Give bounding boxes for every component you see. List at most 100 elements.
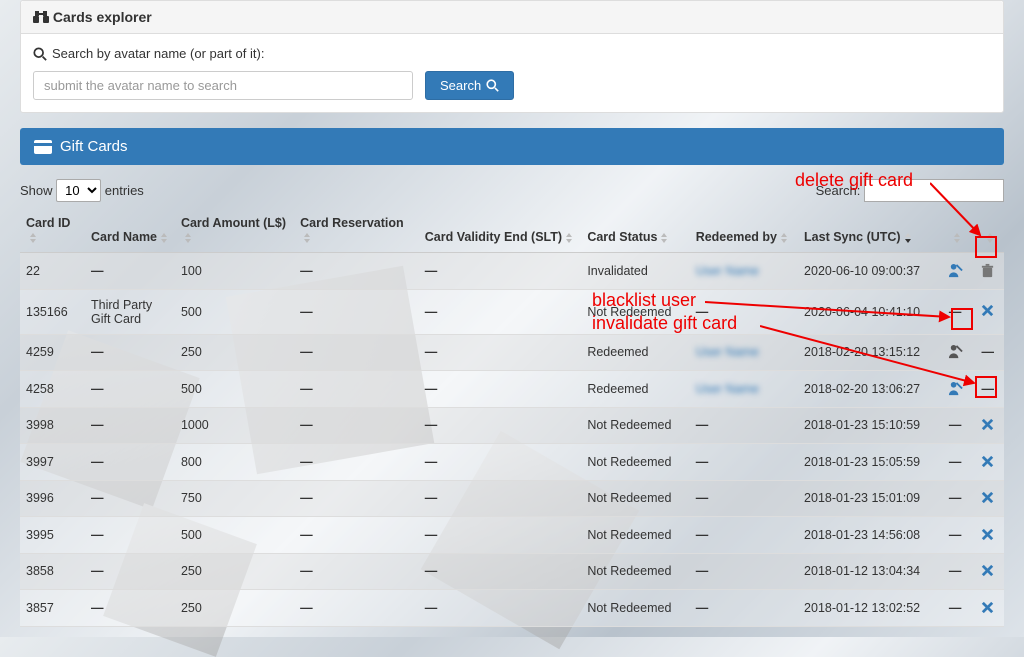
no-action: — <box>949 455 962 469</box>
cell-amount: 500 <box>175 517 294 554</box>
col-card-amount[interactable]: Card Amount (L$) <box>175 208 294 253</box>
cell-validity: — <box>419 444 582 481</box>
cell-redeemed: — <box>690 590 798 627</box>
cell-redeemed: — <box>690 444 798 481</box>
cell-sync: 2018-02-20 13:06:27 <box>798 371 939 408</box>
cell-sync: 2018-01-12 13:02:52 <box>798 590 939 627</box>
cell-validity: — <box>419 253 582 290</box>
entries-select[interactable]: 10 <box>56 179 101 202</box>
search-button[interactable]: Search <box>425 71 514 100</box>
cell-reservation: — <box>294 590 419 627</box>
invalidate-card-button[interactable] <box>979 416 997 434</box>
cell-sync: 2018-01-23 14:56:08 <box>798 517 939 554</box>
cell-id: 4258 <box>20 371 85 408</box>
cell-sync: 2018-01-23 15:05:59 <box>798 444 939 481</box>
cell-reservation: — <box>294 334 419 371</box>
cell-reservation: — <box>294 371 419 408</box>
no-action: — <box>949 491 962 505</box>
col-card-reservation[interactable]: Card Reservation <box>294 208 419 253</box>
cell-name: — <box>85 480 175 517</box>
table-row: 3995—500——Not Redeemed—2018-01-23 14:56:… <box>20 517 1004 554</box>
invalidate-card-button[interactable] <box>979 598 997 616</box>
col-card-id[interactable]: Card ID <box>20 208 85 253</box>
cell-id: 3858 <box>20 553 85 590</box>
col-card-name[interactable]: Card Name <box>85 208 175 253</box>
col-redeemed-by[interactable]: Redeemed by <box>690 208 798 253</box>
cell-id: 3995 <box>20 517 85 554</box>
cell-status: Not Redeemed <box>581 289 689 334</box>
credit-card-icon <box>34 140 52 154</box>
cell-status: Not Redeemed <box>581 553 689 590</box>
no-action: — <box>949 418 962 432</box>
cell-status: Not Redeemed <box>581 517 689 554</box>
cell-sync: 2018-01-12 13:04:34 <box>798 553 939 590</box>
redeemed-by-link[interactable]: User Name <box>696 382 759 396</box>
cell-name: — <box>85 407 175 444</box>
invalidate-card-button[interactable] <box>979 562 997 580</box>
cell-reservation: — <box>294 553 419 590</box>
cell-reservation: — <box>294 444 419 481</box>
table-row: 4259—250——RedeemedUser Name2018-02-20 13… <box>20 334 1004 371</box>
cell-redeemed: — <box>690 289 798 334</box>
no-action: — <box>949 305 962 319</box>
binoculars-icon <box>33 10 49 24</box>
cell-amount: 750 <box>175 480 294 517</box>
cell-validity: — <box>419 407 582 444</box>
cell-reservation: — <box>294 517 419 554</box>
col-action-2[interactable] <box>971 208 1004 253</box>
cell-validity: — <box>419 289 582 334</box>
col-card-status[interactable]: Card Status <box>581 208 689 253</box>
invalidate-card-button[interactable] <box>979 525 997 543</box>
cell-status: Redeemed <box>581 371 689 408</box>
delete-card-button[interactable] <box>979 261 997 279</box>
cell-redeemed: — <box>690 553 798 590</box>
cell-id: 22 <box>20 253 85 290</box>
table-search: Search: <box>816 179 1004 202</box>
cell-status: Invalidated <box>581 253 689 290</box>
invalidate-card-button[interactable] <box>979 489 997 507</box>
cell-name: — <box>85 553 175 590</box>
cell-status: Not Redeemed <box>581 590 689 627</box>
cell-sync: 2018-01-23 15:01:09 <box>798 480 939 517</box>
blacklist-user-button[interactable] <box>946 379 964 397</box>
cell-name: — <box>85 590 175 627</box>
table-search-input[interactable] <box>864 179 1004 202</box>
gift-cards-header: Gift Cards <box>20 128 1004 165</box>
cell-redeemed: — <box>690 407 798 444</box>
invalidate-card-button[interactable] <box>979 452 997 470</box>
col-action-1[interactable] <box>939 208 972 253</box>
cell-validity: — <box>419 371 582 408</box>
invalidate-card-button[interactable] <box>979 302 997 320</box>
blacklist-user-button[interactable] <box>946 343 964 361</box>
redeemed-by-link[interactable]: User Name <box>696 264 759 278</box>
cell-redeemed: — <box>690 480 798 517</box>
cell-status: Redeemed <box>581 334 689 371</box>
cell-amount: 250 <box>175 590 294 627</box>
table-row: 3857—250——Not Redeemed—2018-01-12 13:02:… <box>20 590 1004 627</box>
no-action: — <box>949 528 962 542</box>
avatar-search-input[interactable] <box>33 71 413 100</box>
blacklist-user-button[interactable] <box>946 261 964 279</box>
cell-id: 3996 <box>20 480 85 517</box>
cell-sync: 2020-06-04 10:41:10 <box>798 289 939 334</box>
redeemed-by-link[interactable]: User Name <box>696 345 759 359</box>
cell-validity: — <box>419 334 582 371</box>
search-icon <box>33 47 47 61</box>
cell-validity: — <box>419 480 582 517</box>
cell-amount: 250 <box>175 553 294 590</box>
table-row: 3997—800——Not Redeemed—2018-01-23 15:05:… <box>20 444 1004 481</box>
cell-reservation: — <box>294 289 419 334</box>
entries-selector: Show 10 entries <box>20 179 144 202</box>
col-last-sync[interactable]: Last Sync (UTC) <box>798 208 939 253</box>
table-row: 135166Third Party Gift Card500——Not Rede… <box>20 289 1004 334</box>
cell-status: Not Redeemed <box>581 407 689 444</box>
no-action: — <box>949 564 962 578</box>
col-card-validity[interactable]: Card Validity End (SLT) <box>419 208 582 253</box>
cell-amount: 100 <box>175 253 294 290</box>
cell-validity: — <box>419 590 582 627</box>
cell-amount: 800 <box>175 444 294 481</box>
no-action: — <box>981 345 994 359</box>
table-row: 3858—250——Not Redeemed—2018-01-12 13:04:… <box>20 553 1004 590</box>
cell-name: — <box>85 444 175 481</box>
cell-redeemed: User Name <box>690 371 798 408</box>
